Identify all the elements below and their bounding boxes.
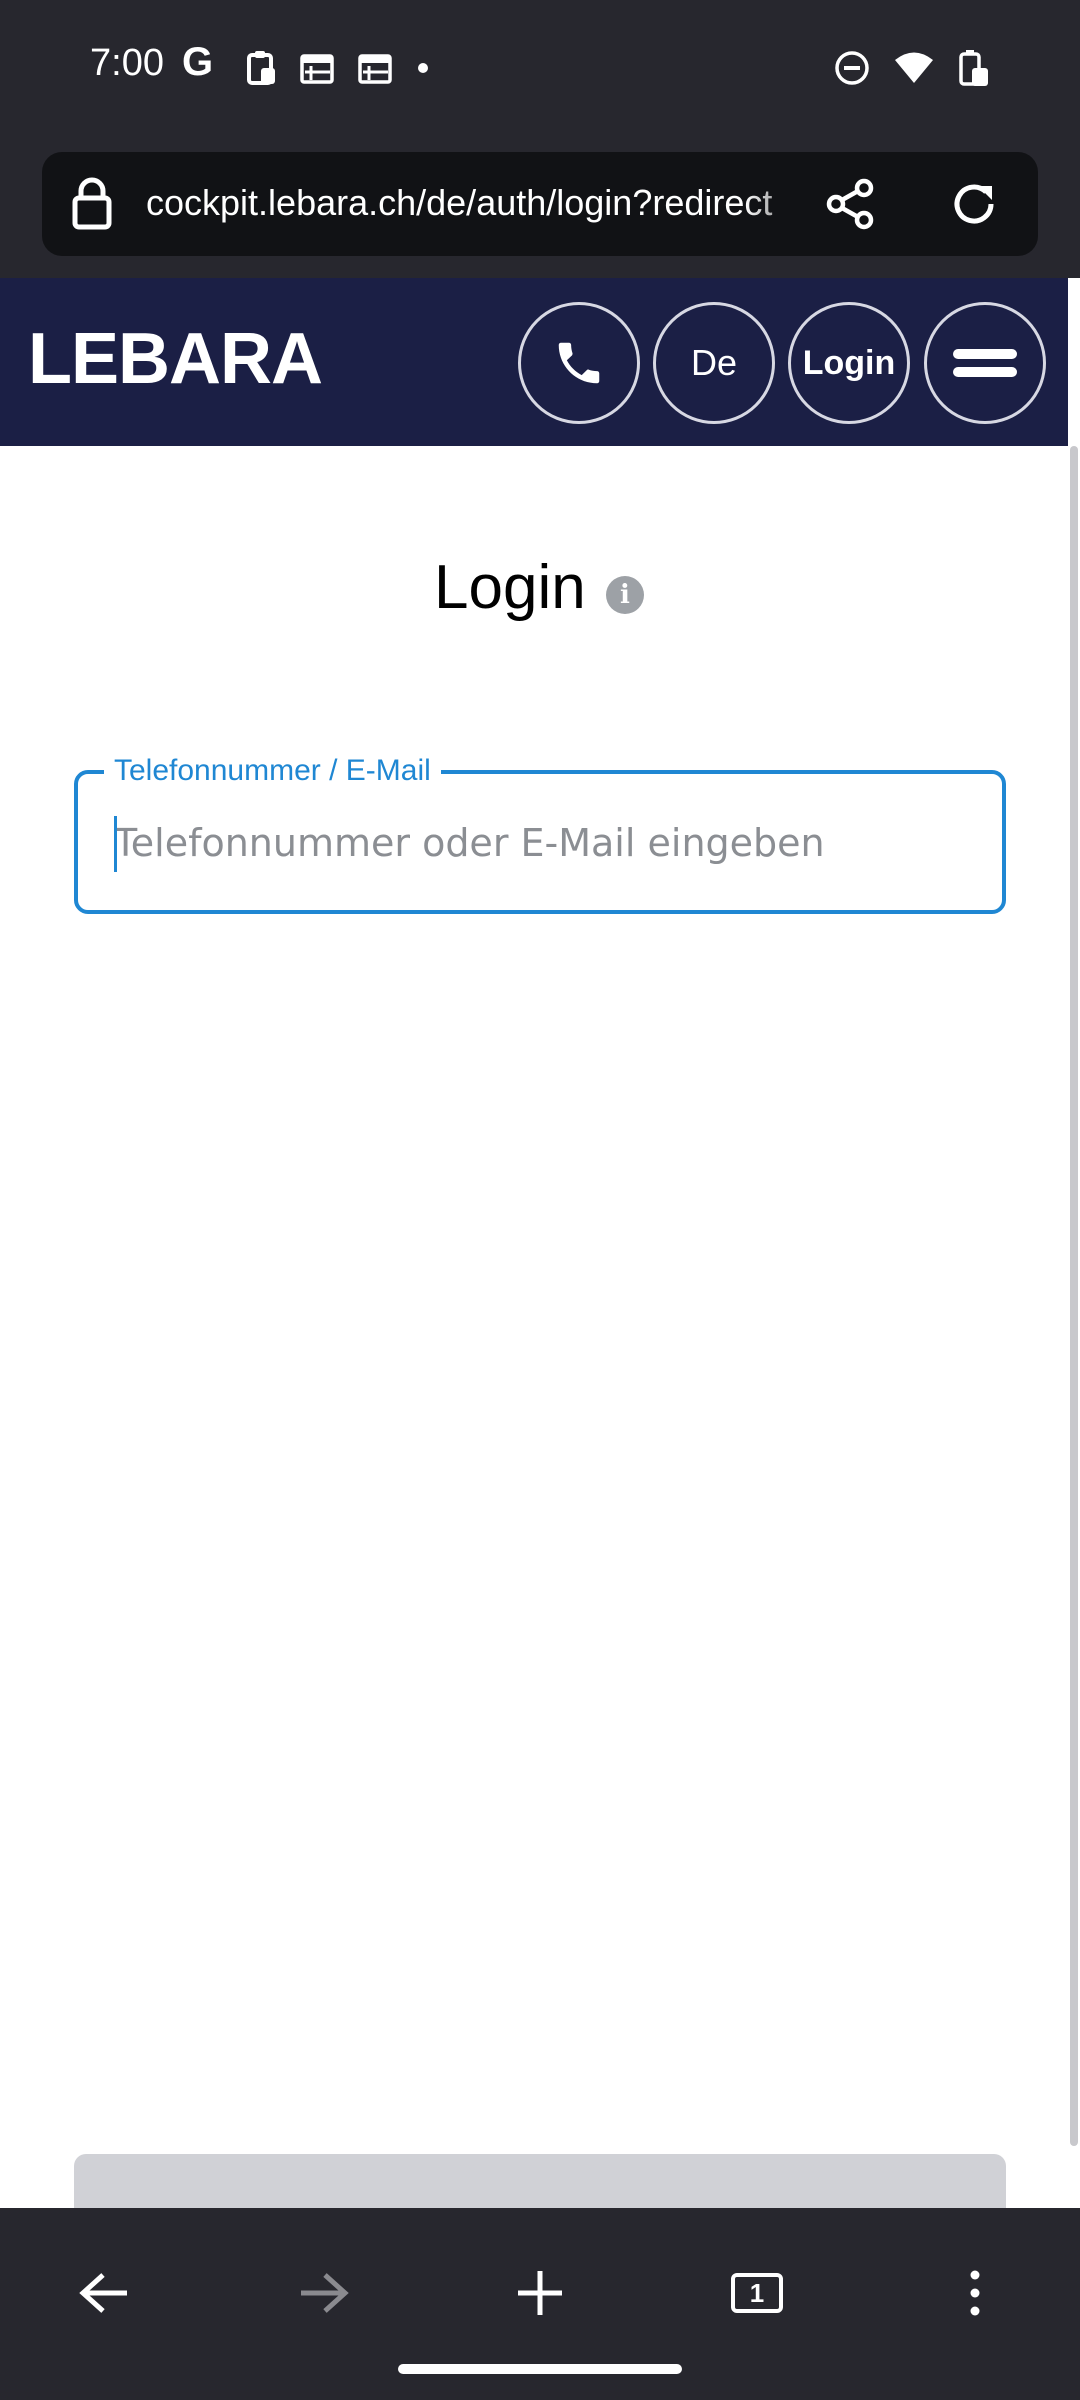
login-button[interactable]: Login [788, 302, 910, 424]
lebara-logo[interactable]: LEBARA [28, 318, 323, 400]
menu-button[interactable] [924, 302, 1046, 424]
submit-button[interactable] [74, 2154, 1006, 2208]
new-tab-button[interactable] [495, 2248, 585, 2338]
lock-icon [72, 177, 112, 230]
tab-switcher-button[interactable]: 1 [712, 2248, 802, 2338]
phone-button[interactable] [518, 302, 640, 424]
status-time: 7:00 [90, 42, 164, 84]
google-icon: G [182, 40, 214, 84]
wifi-icon [895, 52, 933, 83]
battery-icon [959, 50, 988, 86]
site-header: LEBARA De Login [0, 278, 1068, 446]
share-icon[interactable] [824, 178, 876, 230]
page-title: Login [434, 553, 586, 622]
phone-email-input[interactable] [114, 810, 974, 876]
phone-email-field-label: Telefonnummer / E-Mail [104, 754, 441, 788]
phone-icon [558, 342, 600, 384]
forward-arrow-icon [301, 2273, 349, 2313]
status-system-icons [834, 48, 990, 88]
plus-icon [518, 2271, 562, 2315]
back-button[interactable] [60, 2248, 150, 2338]
status-notification-icons [246, 50, 430, 86]
forward-button[interactable] [278, 2248, 368, 2338]
tab-count: 1 [731, 2273, 783, 2313]
url-text[interactable]: cockpit.lebara.ch/de/auth/login?redirect [146, 182, 826, 224]
back-arrow-icon [79, 2273, 127, 2313]
calendar-icon [300, 54, 334, 84]
reload-icon[interactable] [948, 178, 1000, 230]
url-bar[interactable]: cockpit.lebara.ch/de/auth/login?redirect [42, 152, 1038, 256]
dot-icon [418, 63, 428, 73]
language-button[interactable]: De [653, 302, 775, 424]
browser-top-chrome: 7:00 G cockpit.lebara.ch/de/auth/login?r… [0, 0, 1080, 278]
calendar-icon [358, 54, 392, 84]
hamburger-icon [953, 349, 1017, 377]
overflow-menu-button[interactable] [930, 2248, 1020, 2338]
info-icon[interactable]: i [606, 576, 644, 614]
home-indicator[interactable] [398, 2364, 682, 2374]
scrollbar-thumb[interactable] [1070, 446, 1078, 2146]
clipboard-icon [247, 51, 275, 85]
more-vert-icon [970, 2270, 980, 2316]
text-cursor [114, 816, 117, 872]
dnd-icon [835, 51, 869, 85]
